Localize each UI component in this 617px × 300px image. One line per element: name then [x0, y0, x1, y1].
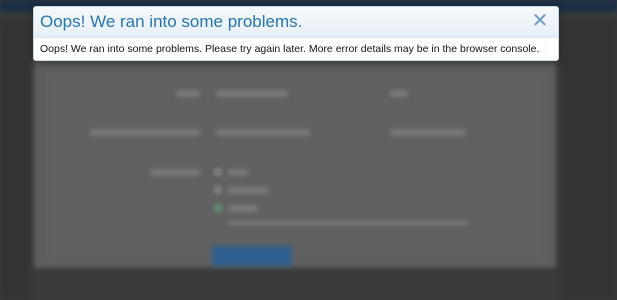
background-form-row: [176, 90, 200, 97]
background-form-area: [46, 72, 546, 262]
background-form-row: [228, 169, 248, 176]
background-right-panel: [562, 20, 617, 300]
background-submit-button: [212, 246, 292, 266]
background-checkbox: [214, 204, 222, 212]
background-form-row: [228, 187, 268, 194]
background-form-row: [150, 169, 200, 176]
background-form-row: [216, 129, 310, 136]
background-form-row: [390, 129, 466, 136]
background-checkbox: [214, 186, 222, 194]
dialog-message: Oops! We ran into some problems. Please …: [40, 43, 540, 55]
background-form-row: [390, 90, 408, 97]
background-form-row: [228, 205, 258, 212]
error-dialog: Oops! We ran into some problems. ✕ Oops!…: [33, 6, 559, 61]
background-form-row: [228, 221, 468, 225]
close-icon[interactable]: ✕: [531, 10, 549, 32]
background-checkbox: [214, 168, 222, 176]
background-form-row: [90, 129, 200, 136]
dialog-header: Oops! We ran into some problems. ✕: [34, 7, 558, 38]
dialog-title: Oops! We ran into some problems.: [40, 12, 303, 31]
background-left-panel: [0, 20, 30, 300]
background-form-row: [216, 90, 288, 97]
